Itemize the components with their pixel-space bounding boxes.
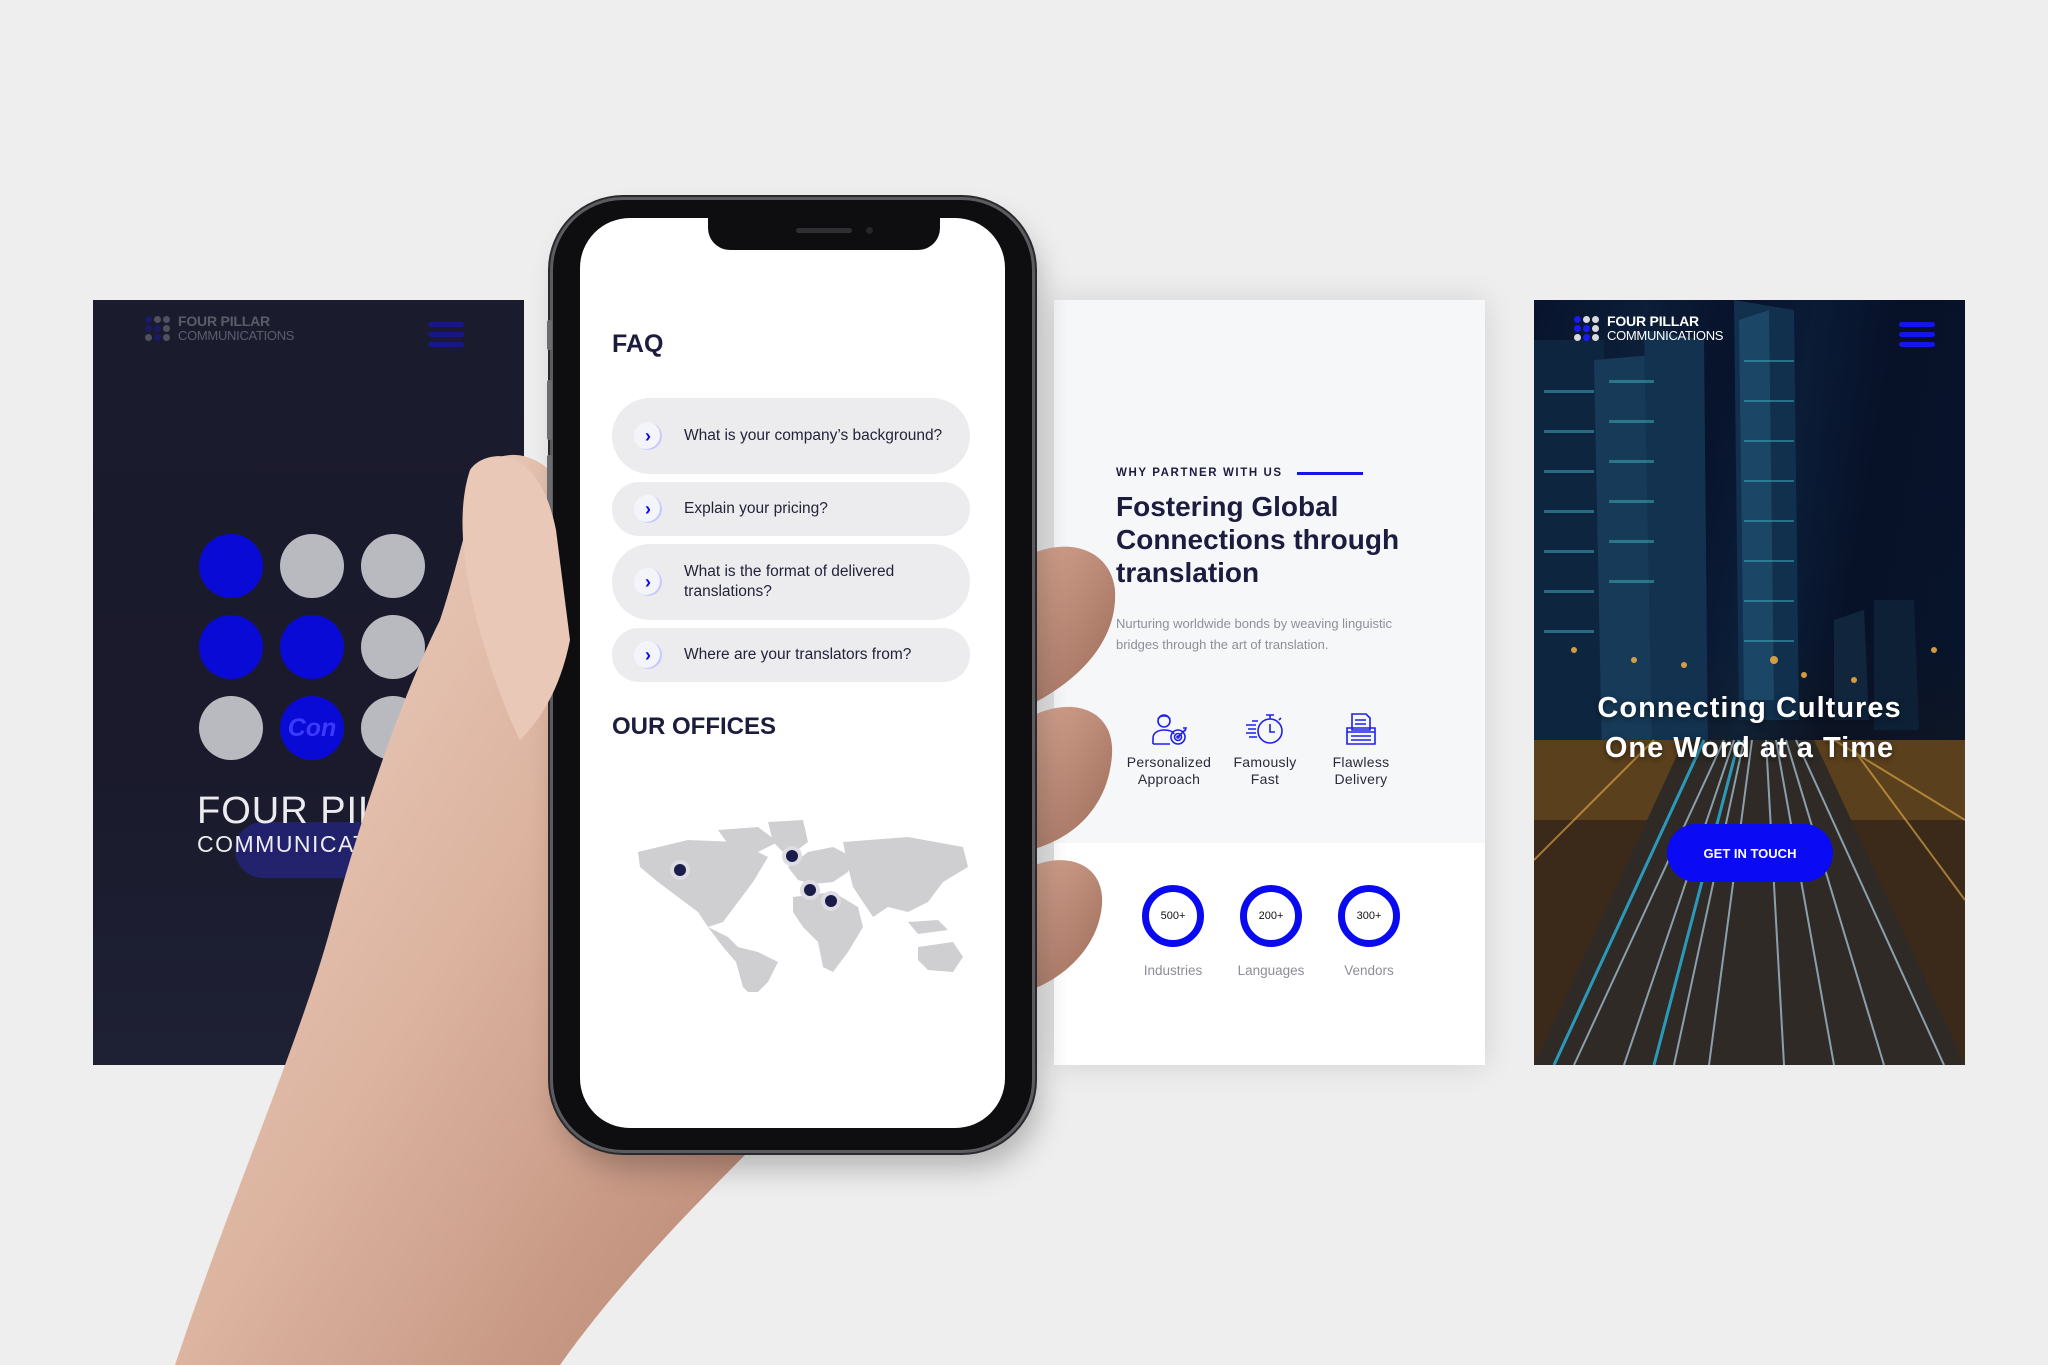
faq-question: Where are your translators from? (684, 645, 912, 663)
feature-label: Fast (1250, 771, 1280, 787)
get-in-touch-button[interactable]: GET IN TOUCH (1667, 824, 1833, 882)
brand-line-2: COMMUNICATIONS (197, 831, 431, 857)
office-marker[interactable] (674, 864, 686, 876)
subtext-line: Nurturing worldwide bonds by weaving lin… (1116, 616, 1393, 631)
logo-dot (361, 615, 425, 679)
office-marker[interactable] (786, 850, 798, 862)
continents (638, 820, 968, 992)
office-marker[interactable] (825, 895, 837, 907)
header-logo[interactable]: FOUR PILLAR COMMUNICATIONS (145, 314, 294, 342)
logo-dot (280, 534, 344, 598)
eyebrow-rule (1296, 471, 1363, 475)
logo-dots-icon (1574, 315, 1599, 341)
stat-value: 200+ (1258, 910, 1284, 922)
hamburger-icon[interactable] (428, 322, 464, 347)
stats-section: 500+ Industries 200+ Languages 300+ Vend… (1054, 843, 1485, 1065)
feature-label: Flawless (1332, 754, 1390, 770)
faq-list: › What is your company’s background? › E… (612, 398, 970, 682)
chevron-right-icon: › (634, 568, 662, 596)
feature-fast: Famously Fast (1220, 712, 1310, 788)
stat-label: Languages (1237, 963, 1305, 978)
feature-delivery: Flawless Delivery (1316, 712, 1406, 788)
faq-item[interactable]: › Where are your translators from? (612, 628, 970, 682)
stat-ring: 300+ (1338, 885, 1400, 947)
stat-industries: 500+ Industries (1140, 885, 1206, 978)
stat-vendors: 300+ Vendors (1336, 885, 1402, 978)
office-marker[interactable] (804, 884, 816, 896)
faq-question: What is the format of delivered translat… (684, 562, 895, 600)
faq-title: FAQ (612, 330, 664, 358)
header-logo[interactable]: FOUR PILLAR COMMUNICATIONS (1574, 314, 1723, 342)
faq-item[interactable]: › What is your company’s background? (612, 398, 970, 474)
section-eyebrow: WHY PARTNER WITH US (1116, 467, 1363, 479)
phone-screen: FAQ › What is your company’s background?… (580, 218, 1005, 1128)
logo-line-1: FOUR PILLAR (178, 313, 270, 329)
feature-label: Approach (1137, 771, 1201, 787)
stat-label: Industries (1143, 963, 1203, 978)
logo-dot (199, 696, 263, 760)
logo-dot: Con (280, 696, 344, 760)
stat-ring: 200+ (1240, 885, 1302, 947)
stopwatch-icon (1246, 714, 1283, 744)
person-target-icon (1152, 714, 1188, 745)
logo-line-2: COMMUNICATIONS (1607, 327, 1724, 343)
volume-down-button (547, 455, 552, 515)
logo-dot (361, 534, 425, 598)
chevron-right-icon: › (634, 422, 662, 450)
hero-headline: Connecting Cultures One Word at a Time (1534, 688, 1965, 768)
brand-wordmark: FOUR PILLAR COMMUNICATIONS (197, 790, 457, 858)
feature-label: Personalized (1126, 754, 1212, 770)
chevron-right-icon: › (634, 641, 662, 669)
stat-value: 500+ (1160, 910, 1186, 922)
hamburger-icon[interactable] (1899, 322, 1935, 347)
hero-panel: FOUR PILLAR COMMUNICATIONS Connecting Cu… (1534, 300, 1965, 1065)
offices-title: OUR OFFICES (612, 713, 777, 740)
phone-notch (708, 218, 940, 250)
feature-list: Personalized Approach Famously Fast Flaw… (1124, 712, 1406, 788)
feature-label: Famously (1233, 754, 1297, 770)
logo-line-2: COMMUNICATIONS (178, 327, 295, 343)
splash-screen-panel: FOUR PILLAR COMMUNICATIONS Con FOUR PILL… (93, 300, 524, 1065)
faq-item[interactable]: › What is the format of delivered transl… (612, 544, 970, 620)
stat-languages: 200+ Languages (1238, 885, 1304, 978)
faq-item[interactable]: › Explain your pricing? (612, 482, 970, 536)
subtext-line: bridges through the art of translation. (1116, 637, 1329, 652)
logo-dot (361, 696, 425, 760)
document-tray-icon (1346, 713, 1376, 745)
eyebrow-text: WHY PARTNER WITH US (1116, 467, 1283, 479)
why-partner-panel: WHY PARTNER WITH US Fostering Global Con… (1054, 300, 1485, 1065)
overlay-text: Con (287, 714, 337, 742)
stat-label: Vendors (1344, 963, 1394, 978)
logo-line-1: FOUR PILLAR (1607, 313, 1699, 329)
section-heading: Fostering Global Connections through tra… (1116, 491, 1400, 588)
stat-ring: 500+ (1142, 885, 1204, 947)
logo-dot (199, 534, 263, 598)
headline-line: One Word at a Time (1604, 732, 1895, 764)
world-map (638, 820, 968, 992)
headline-line: Connecting Cultures (1597, 692, 1902, 724)
volume-up-button (547, 380, 552, 440)
brand-dots-logo: Con (199, 534, 425, 760)
feature-label: Delivery (1334, 771, 1388, 787)
logo-dots-icon (145, 315, 170, 341)
feature-personalized: Personalized Approach (1124, 712, 1214, 788)
section-subtext: Nurturing worldwide bonds by weaving lin… (1116, 613, 1416, 655)
phone-mockup: FAQ › What is your company’s background?… (547, 200, 1032, 1150)
logo-dot (199, 615, 263, 679)
stat-value: 300+ (1356, 910, 1382, 922)
city-background-image (1534, 300, 1965, 1065)
logo-dot (280, 615, 344, 679)
chevron-right-icon: › (634, 495, 662, 523)
faq-question: What is your company’s background? (684, 426, 943, 444)
mute-switch (547, 320, 552, 350)
brand-line-1: FOUR PILLAR (197, 790, 458, 832)
faq-question: Explain your pricing? (684, 499, 828, 517)
